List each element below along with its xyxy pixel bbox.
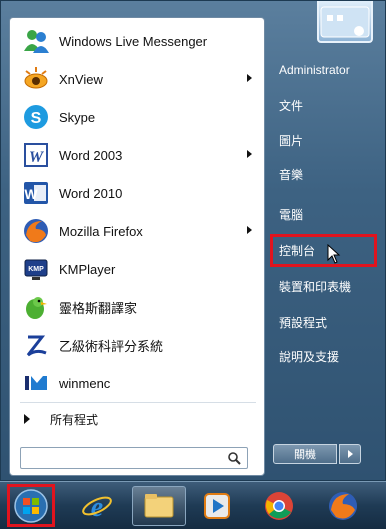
program-label: XnView [59, 71, 103, 87]
right-item-devices-printers[interactable]: 裝置和印表機 [273, 272, 379, 300]
programs-pane: Windows Live Messenger XnView S Skype W … [9, 17, 265, 476]
program-label: Word 2003 [59, 147, 123, 163]
start-menu: Windows Live Messenger XnView S Skype W … [0, 0, 386, 481]
media-player-icon [204, 493, 230, 519]
all-programs-label: 所有程式 [50, 412, 99, 427]
search-input[interactable] [20, 447, 248, 469]
program-label: Skype [59, 109, 96, 125]
program-item-word-2010[interactable]: W Word 2010 [10, 174, 264, 212]
program-label: 靈格斯翻譯家 [59, 300, 138, 316]
svg-text:e: e [91, 492, 103, 523]
start-button-highlight [7, 484, 55, 527]
winmenc-icon [20, 367, 52, 399]
control-panel-highlight [270, 234, 377, 267]
divider [20, 402, 256, 403]
right-item-computer[interactable]: 電腦 [273, 200, 379, 228]
expand-arrow-icon [24, 414, 30, 424]
xnview-icon [20, 63, 52, 95]
program-item-firefox[interactable]: Mozilla Firefox [10, 212, 264, 250]
program-item-word-2003[interactable]: W Word 2003 [10, 136, 264, 174]
skype-icon: S [20, 101, 52, 133]
submenu-arrow-icon[interactable] [247, 226, 252, 234]
program-label: Windows Live Messenger [59, 33, 208, 49]
program-label: Mozilla Firefox [59, 223, 143, 239]
program-item-xnview[interactable]: XnView [10, 60, 264, 98]
lingoes-icon [20, 291, 52, 323]
firefox-icon [329, 492, 357, 520]
taskbar-chrome[interactable] [252, 486, 306, 526]
svg-text:KMP: KMP [28, 266, 44, 273]
right-item-user[interactable]: Administrator [273, 56, 379, 84]
right-item-pictures[interactable]: 圖片 [273, 126, 379, 154]
all-programs-button[interactable]: 所有程式 [10, 404, 264, 434]
program-item-messenger[interactable]: Windows Live Messenger [10, 22, 264, 60]
right-item-default-programs[interactable]: 預設程式 [273, 308, 379, 336]
firefox-icon [20, 215, 52, 247]
file-explorer-icon [144, 494, 174, 518]
svg-text:S: S [31, 110, 42, 127]
taskbar-media-player[interactable] [190, 486, 244, 526]
taskbar-internet-explorer[interactable]: e [70, 486, 124, 526]
submenu-arrow-icon[interactable] [247, 74, 252, 82]
user-picture[interactable] [317, 1, 373, 43]
program-item-kmplayer[interactable]: KMP KMPlayer [10, 250, 264, 288]
shutdown-options-button[interactable] [339, 444, 361, 464]
program-label: winmenc [59, 375, 111, 391]
search-icon [228, 452, 241, 465]
shutdown-button[interactable]: 關機 [273, 444, 337, 464]
svg-text:W: W [29, 149, 45, 166]
word-2003-icon: W [20, 139, 52, 171]
kmplayer-icon: KMP [20, 253, 52, 285]
grading-system-icon [20, 329, 52, 361]
right-item-music[interactable]: 音樂 [273, 160, 379, 188]
program-label: Word 2010 [59, 185, 123, 201]
right-item-help-support[interactable]: 說明及支援 [273, 342, 379, 370]
program-label: KMPlayer [59, 261, 116, 277]
right-item-documents[interactable]: 文件 [273, 91, 379, 119]
taskbar: e [0, 481, 386, 529]
program-item-winmenc[interactable]: winmenc [10, 364, 264, 402]
program-item-lingoes[interactable]: 靈格斯翻譯家 [10, 288, 264, 326]
taskbar-firefox[interactable] [316, 486, 370, 526]
program-item-skype[interactable]: S Skype [10, 98, 264, 136]
chevron-right-icon [347, 450, 353, 458]
svg-text:W: W [24, 186, 38, 202]
submenu-arrow-icon[interactable] [247, 150, 252, 158]
program-item-grading-system[interactable]: 乙級術科評分系統 [10, 326, 264, 364]
messenger-icon [20, 25, 52, 57]
mouse-cursor-icon [327, 244, 341, 264]
word-2010-icon: W [20, 177, 52, 209]
chrome-icon [265, 492, 293, 520]
internet-explorer-icon: e [82, 492, 112, 523]
program-label: 乙級術科評分系統 [59, 338, 164, 354]
taskbar-file-explorer[interactable] [132, 486, 186, 526]
